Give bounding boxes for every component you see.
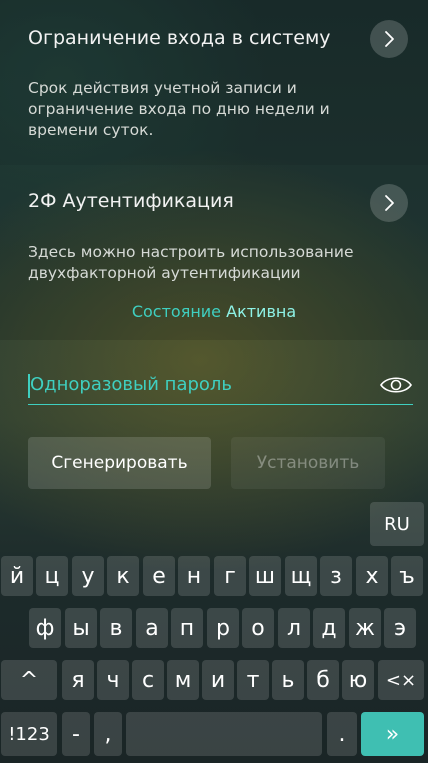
key-ц[interactable]: ц (36, 556, 68, 596)
key-х[interactable]: х (356, 556, 388, 596)
dot-key[interactable]: . (327, 712, 357, 756)
language-key[interactable]: RU (370, 502, 424, 546)
dash-key[interactable]: - (62, 712, 90, 756)
key-ж[interactable]: ж (349, 608, 381, 648)
login-restriction-title: Ограничение входа в систему (28, 27, 331, 49)
on-screen-keyboard: RU й ц у к е н г ш щ з х ъ ф ы в а п р о… (0, 500, 428, 763)
key-и[interactable]: и (202, 660, 234, 700)
key-с[interactable]: с (132, 660, 164, 700)
shift-key[interactable]: ^ (1, 660, 57, 700)
backspace-key[interactable]: <× (378, 660, 424, 700)
key-т[interactable]: т (237, 660, 269, 700)
key-э[interactable]: э (384, 608, 416, 648)
key-щ[interactable]: щ (285, 556, 317, 596)
otp-placeholder: Одноразовый пароль (30, 374, 233, 395)
key-м[interactable]: м (167, 660, 199, 700)
key-ъ[interactable]: ъ (391, 556, 423, 596)
two-factor-status: Состояние Активна (0, 302, 428, 321)
key-а[interactable]: а (136, 608, 168, 648)
key-д[interactable]: д (313, 608, 345, 648)
key-ч[interactable]: ч (97, 660, 129, 700)
key-я[interactable]: я (62, 660, 94, 700)
otp-input[interactable]: Одноразовый пароль (28, 370, 413, 405)
key-ь[interactable]: ь (272, 660, 304, 700)
key-у[interactable]: у (72, 556, 104, 596)
set-button[interactable]: Установить (231, 437, 385, 489)
key-ф[interactable]: ф (29, 608, 61, 648)
key-р[interactable]: р (207, 608, 239, 648)
key-ю[interactable]: ю (342, 660, 374, 700)
key-е[interactable]: е (143, 556, 175, 596)
key-п[interactable]: п (171, 608, 203, 648)
status-value: Активна (226, 302, 297, 321)
two-factor-description: Здесь можно настроить использование двух… (28, 243, 354, 282)
login-restriction-chevron-icon[interactable] (370, 20, 408, 58)
key-л[interactable]: л (278, 608, 310, 648)
eye-icon[interactable] (379, 372, 413, 398)
key-г[interactable]: г (214, 556, 246, 596)
symbols-key[interactable]: !123 (1, 712, 57, 756)
key-б[interactable]: б (307, 660, 339, 700)
generate-button[interactable]: Сгенерировать (28, 437, 211, 489)
comma-key[interactable]: , (94, 712, 122, 756)
key-в[interactable]: в (100, 608, 132, 648)
key-й[interactable]: й (1, 556, 33, 596)
key-ш[interactable]: ш (249, 556, 281, 596)
two-factor-title: 2Ф Аутентификация (28, 190, 234, 212)
key-ы[interactable]: ы (65, 608, 97, 648)
login-restriction-section[interactable]: Ограничение входа в систему Срок действи… (0, 0, 428, 165)
key-н[interactable]: н (178, 556, 210, 596)
space-key[interactable] (126, 712, 322, 756)
enter-key[interactable]: » (361, 712, 424, 756)
status-label: Состояние (131, 302, 222, 321)
key-о[interactable]: о (242, 608, 274, 648)
key-з[interactable]: з (320, 556, 352, 596)
key-к[interactable]: к (107, 556, 139, 596)
login-restriction-description: Срок действия учетной записи и ограничен… (28, 79, 330, 139)
two-factor-chevron-icon[interactable] (370, 184, 408, 222)
